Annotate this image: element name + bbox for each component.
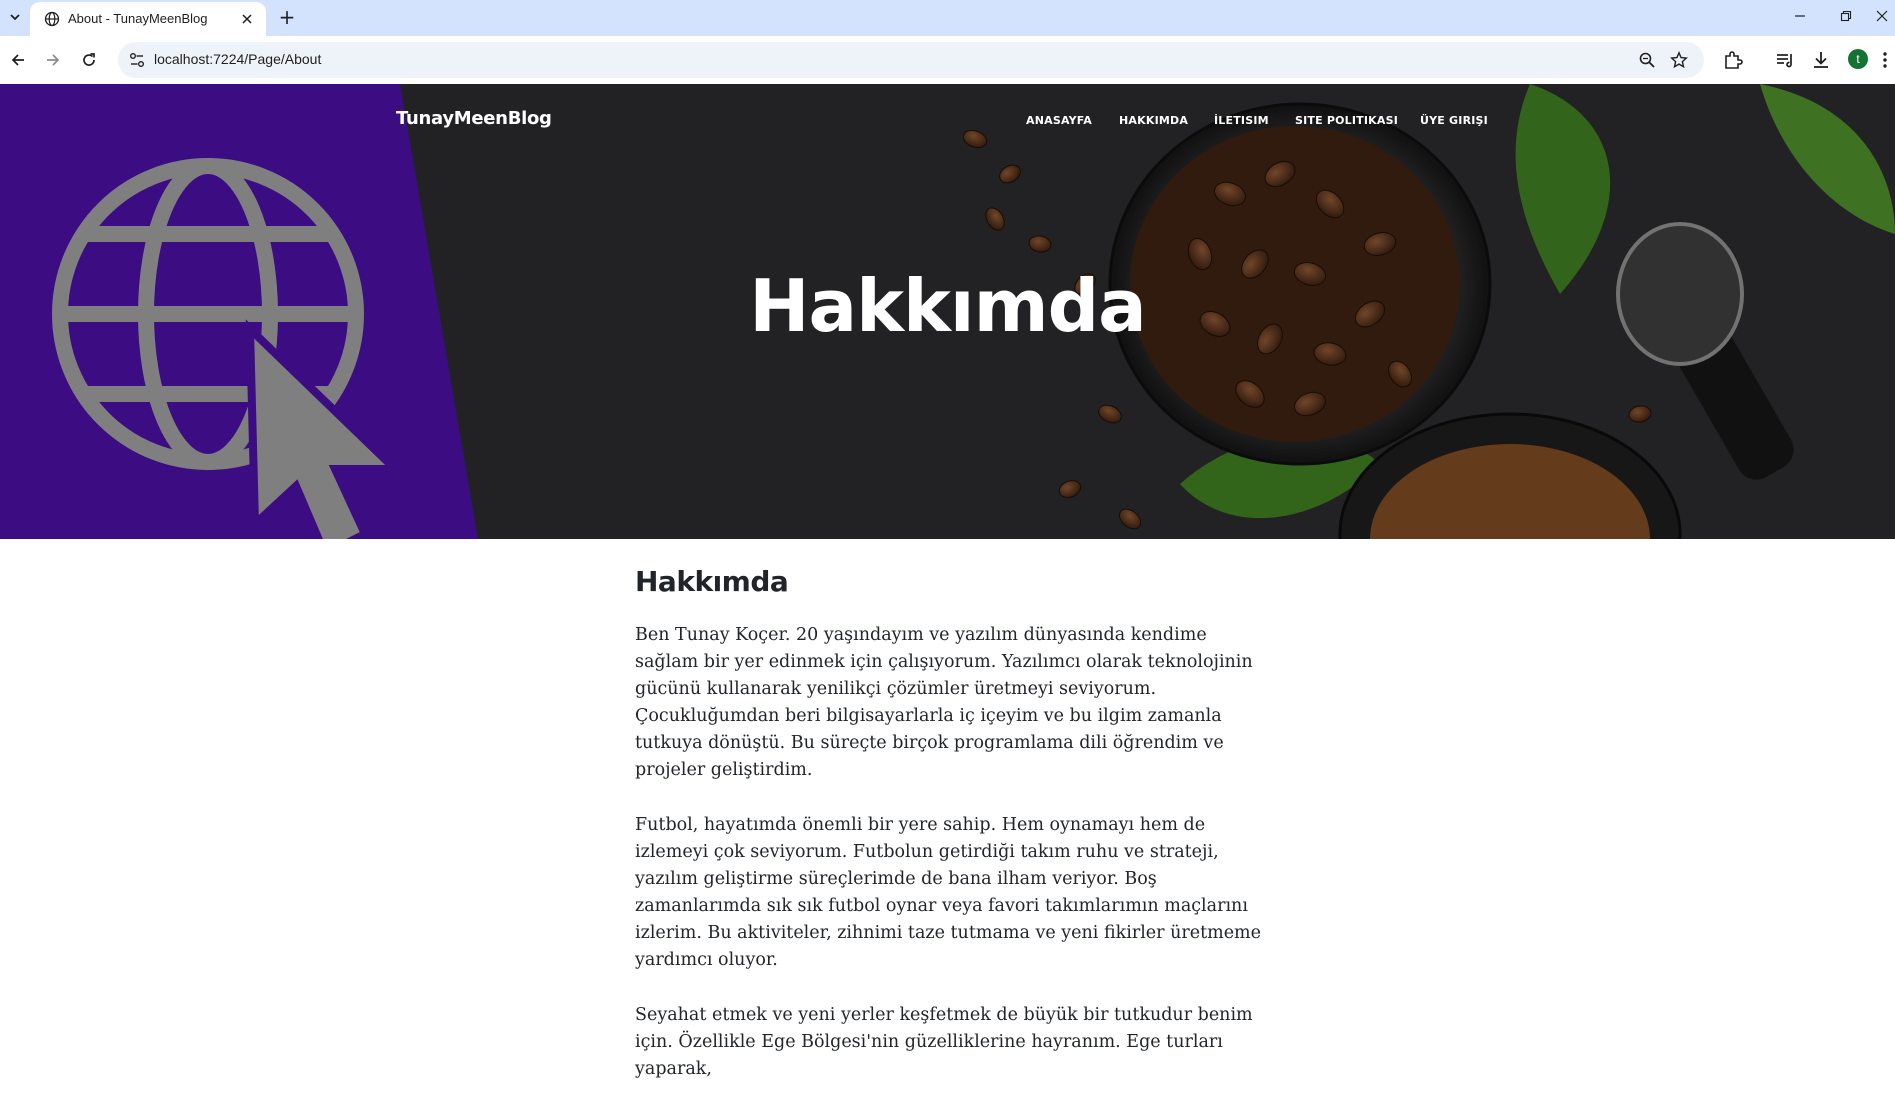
nav-link-iletisim[interactable]: İLETISIM xyxy=(1214,114,1269,127)
url-text[interactable]: localhost:7224/Page/About xyxy=(154,51,321,67)
site-info-icon[interactable] xyxy=(128,51,146,69)
minimize-button[interactable] xyxy=(1780,4,1820,30)
browser-tab-active[interactable]: About - TunayMeenBlog xyxy=(30,2,266,36)
close-window-button[interactable] xyxy=(1862,4,1895,30)
plus-icon: + xyxy=(278,5,296,29)
close-icon xyxy=(242,14,252,24)
media-icon[interactable] xyxy=(1774,49,1796,71)
browser-tab-bar: About - TunayMeenBlog + xyxy=(0,0,1895,36)
reload-button[interactable] xyxy=(77,48,101,72)
star-icon[interactable] xyxy=(1670,51,1688,69)
restore-icon xyxy=(1840,10,1852,22)
address-bar[interactable]: localhost:7224/Page/About xyxy=(118,42,1704,78)
nav-link-anasayfa[interactable]: ANASAYFA xyxy=(1026,114,1092,127)
about-content: Hakkımda Ben Tunay Koçer. 20 yaşındayım … xyxy=(635,565,1275,1111)
browser-toolbar: localhost:7224/Page/About t xyxy=(0,36,1895,85)
extensions-icon[interactable] xyxy=(1722,49,1744,71)
zoom-icon[interactable] xyxy=(1638,51,1656,69)
globe-icon xyxy=(44,11,60,27)
page-heading: Hakkımda xyxy=(635,565,789,598)
main-navigation: ANASAYFA HAKKIMDA İLETISIM SITE POLITIKA… xyxy=(0,114,1895,134)
chevron-down-icon xyxy=(10,14,20,21)
page-header: TunayMeenBlog ANASAYFA HAKKIMDA İLETISIM… xyxy=(0,84,1895,539)
forward-arrow-icon xyxy=(47,54,60,66)
paragraph-football: Futbol, hayatımda önemli bir yere sahip.… xyxy=(635,815,1262,970)
minimize-icon xyxy=(1795,15,1805,17)
reload-icon xyxy=(83,53,95,66)
nav-link-uye-girisi[interactable]: ÜYE GIRIŞI xyxy=(1420,114,1488,127)
restore-button[interactable] xyxy=(1826,4,1866,30)
back-arrow-icon xyxy=(11,54,24,66)
menu-dots-icon[interactable] xyxy=(1880,49,1890,71)
nav-link-hakkimda[interactable]: HAKKIMDA xyxy=(1119,114,1188,127)
tab-list-button[interactable] xyxy=(4,6,26,28)
close-window-icon xyxy=(1876,10,1888,22)
download-icon[interactable] xyxy=(1810,49,1832,71)
forward-button[interactable] xyxy=(41,48,65,72)
paragraph-intro: Ben Tunay Koçer. 20 yaşındayım ve yazılı… xyxy=(635,625,1253,780)
profile-avatar[interactable]: t xyxy=(1848,49,1868,69)
tab-close-button[interactable] xyxy=(238,10,256,28)
paragraph-travel: Seyahat etmek ve yeni yerler keşfetmek d… xyxy=(635,1005,1253,1079)
nav-link-site-politikasi[interactable]: SITE POLITIKASI xyxy=(1295,114,1398,127)
tab-title: About - TunayMeenBlog xyxy=(68,11,208,26)
new-tab-button[interactable]: + xyxy=(274,6,300,30)
hero-title: Hakkımda xyxy=(749,264,1146,348)
back-button[interactable] xyxy=(6,48,30,72)
